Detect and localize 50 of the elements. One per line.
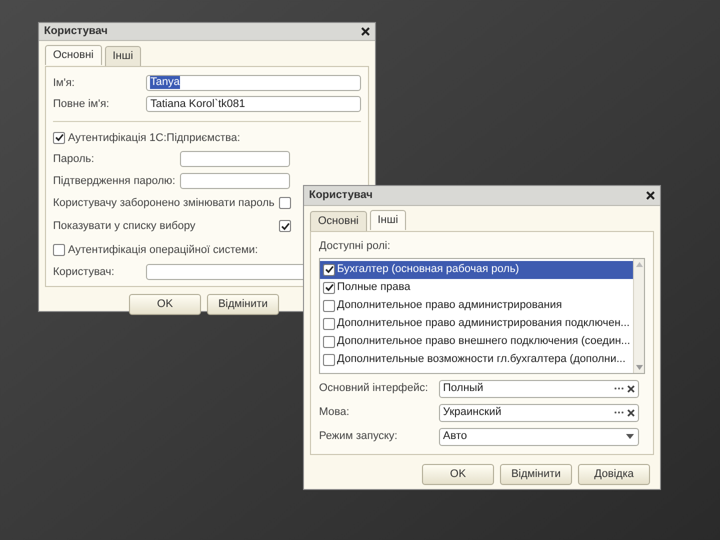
dialog-button[interactable]: OK [129,294,201,315]
tab[interactable]: Інші [104,46,142,66]
field-label: Підтвердження паролю: [53,174,176,188]
checkbox[interactable] [53,244,65,256]
checkbox-label: Показувати у списку вибору [53,218,196,234]
tab[interactable]: Інші [370,210,406,230]
field-label: Режим запуску: [319,429,398,444]
checkbox-label: Аутентифікація операційної системи: [68,243,258,258]
input-field[interactable]: Tatiana Korol`tk081 [146,96,361,112]
clear-icon[interactable] [627,408,635,416]
input-field[interactable] [180,151,290,168]
role-item[interactable]: Полные права [320,278,634,296]
field-label: Ім'я: [53,76,76,90]
checkbox[interactable] [323,336,335,348]
input-field[interactable] [180,172,290,189]
field-label: Повне ім'я: [53,97,110,112]
tab[interactable]: Основні [45,44,102,64]
checkbox[interactable] [323,264,335,276]
checkbox[interactable] [279,220,291,232]
field-label: Мова: [319,405,350,420]
checkbox[interactable] [279,197,291,209]
checkbox[interactable] [53,132,65,144]
choice-field[interactable]: Полный [439,380,639,398]
window-title: Користувач [309,188,373,204]
dropdown-field[interactable]: Авто [439,428,639,446]
checkbox[interactable] [323,300,335,312]
dialog-button[interactable]: Довідка [578,464,650,484]
roles-label: Доступні ролі: [319,239,392,254]
tab[interactable]: Основні [310,211,367,231]
input-field[interactable]: Tanya [146,74,361,91]
more-icon[interactable] [614,411,624,414]
checkbox[interactable] [323,318,335,330]
close-icon[interactable] [646,191,655,200]
window-title: Користувач [44,24,108,39]
dialog-button[interactable]: Відмінити [500,464,572,484]
dialog-button[interactable]: OK [422,464,494,484]
dialog-button[interactable]: Відмінити [207,294,279,315]
checkbox-label: Користувачу заборонено змінювати пароль [53,196,276,211]
checkbox[interactable] [323,354,335,366]
close-icon[interactable] [361,26,370,36]
role-item[interactable]: Бухгалтер (основная рабочая роль) [320,260,634,278]
clear-icon[interactable] [627,384,635,392]
dropdown-arrow-icon[interactable] [626,434,634,439]
field-label: Основний інтерфейс: [319,381,430,396]
checkbox[interactable] [323,282,335,294]
more-icon[interactable] [614,387,624,390]
field-label: Пароль: [53,152,96,167]
field-label: Користувач: [53,264,116,280]
checkbox-label: Аутентифікація 1С:Підприємства: [68,130,240,146]
choice-field[interactable]: Украинский [439,404,639,422]
